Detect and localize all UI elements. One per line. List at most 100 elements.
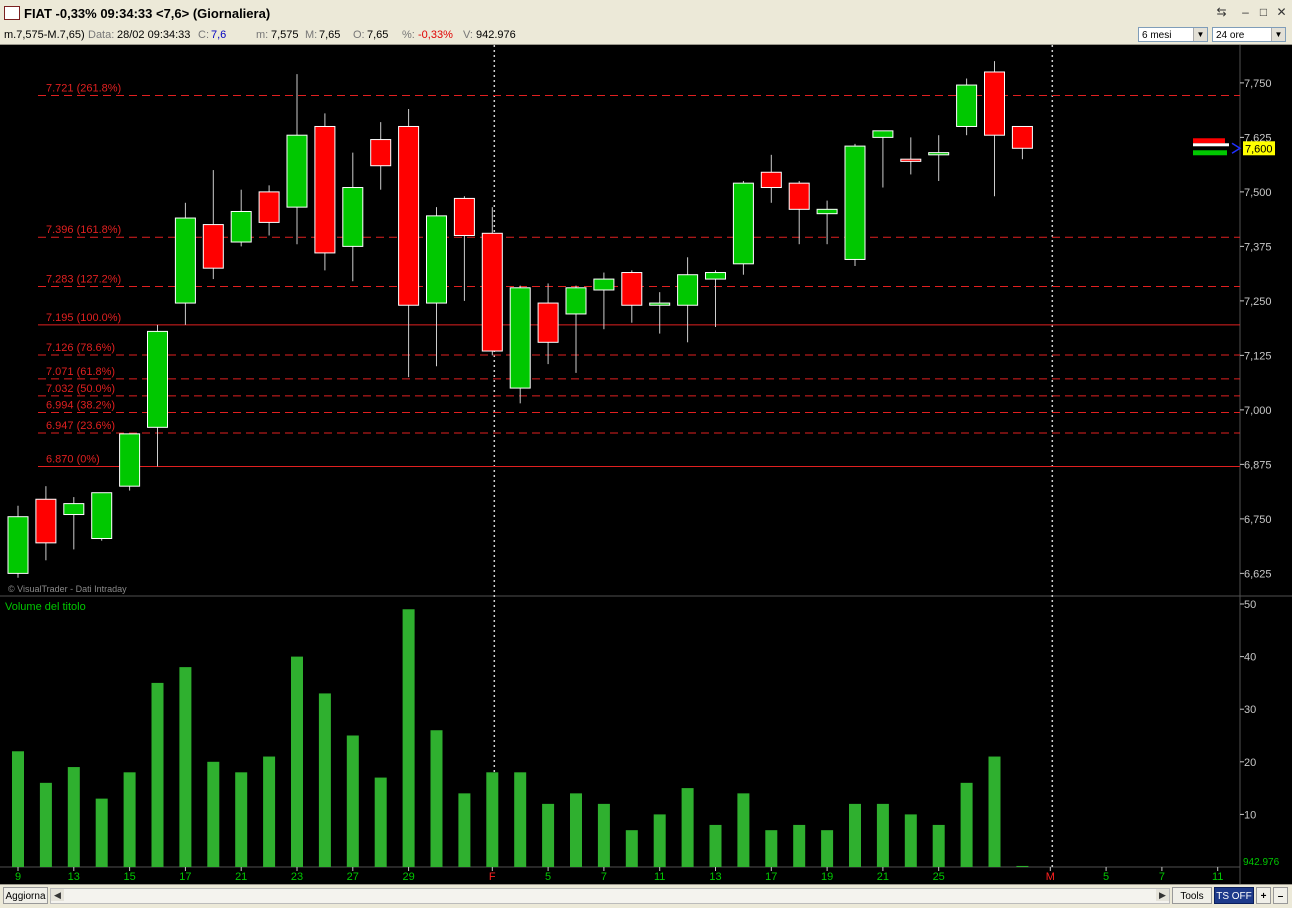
fib-level-label: 7.126 (78.6%)	[46, 342, 115, 354]
volume-bar	[374, 777, 387, 867]
title-bar: FIAT -0,33% 09:34:33 <7,6> (Giornaliera)…	[0, 0, 1292, 27]
volume-bar	[625, 830, 638, 867]
candle-body	[509, 287, 531, 389]
price-tick-label: 7,250	[1244, 296, 1272, 308]
chart-app-icon	[4, 6, 20, 20]
close-button[interactable]: ✕	[1274, 6, 1289, 19]
volume-bar	[737, 793, 750, 867]
price-tick-label: 7,000	[1244, 405, 1272, 417]
chart-area[interactable]: 7.721 (261.8%) 7.396 (161.8%) 7.283 (127.2…	[0, 45, 1292, 884]
refresh-button[interactable]: Aggiorna	[3, 887, 48, 904]
zoom-out-button[interactable]: –	[1273, 887, 1288, 904]
scroll-left-icon[interactable]: ◀	[51, 889, 64, 901]
price-tick-label: 6,875	[1244, 459, 1272, 471]
price-tick-label: 7,375	[1244, 241, 1272, 253]
date-tick-label: 15	[123, 871, 135, 883]
quote-info-bar: m.7,575-M.7,65) Data: 28/02 09:34:33 C: …	[0, 26, 1292, 45]
volume-bar	[207, 761, 220, 867]
pct-value: -0,33%	[418, 29, 453, 41]
volume-tick-label: 40	[1244, 652, 1256, 664]
tools-button[interactable]: Tools	[1172, 887, 1212, 904]
candle-body	[7, 516, 29, 574]
volume-bar	[849, 803, 861, 867]
last-volume-label: 942.976	[1243, 857, 1280, 868]
volume-bar	[709, 824, 722, 867]
volume-bar	[179, 667, 192, 867]
volume-tick-label: 10	[1244, 809, 1256, 821]
candle-body	[956, 84, 978, 127]
chart-background	[0, 45, 1292, 884]
candle-body	[537, 302, 559, 343]
date-tick-label: 29	[402, 871, 414, 883]
volume-bar	[263, 756, 276, 867]
ts-off-button[interactable]: TS OFF	[1214, 887, 1254, 904]
candle-body	[63, 503, 85, 516]
fib-level-label: 6.994 (38.2%)	[46, 399, 115, 411]
date-tick-label: 21	[235, 871, 247, 883]
date-tick-label: 11	[654, 871, 665, 883]
window-title: FIAT -0,33% 09:34:33 <7,6> (Giornaliera)	[24, 6, 271, 21]
price-tick-label: 7,500	[1244, 187, 1272, 199]
interval-select[interactable]: 24 ore ▼	[1212, 27, 1286, 42]
volume-bar	[402, 609, 415, 867]
scroll-right-icon[interactable]: ▶	[1156, 889, 1169, 901]
date-label: Data:	[88, 29, 115, 41]
candle-body	[286, 134, 308, 208]
volume-bar	[486, 772, 499, 867]
date-value: 28/02 09:34:33	[117, 29, 191, 41]
date-tick-label: 13	[709, 871, 721, 883]
candle-body	[1011, 125, 1033, 149]
candle-body	[565, 287, 587, 315]
volume-bar	[821, 830, 834, 867]
volume-tick-label: 50	[1244, 599, 1256, 611]
volume-bar	[458, 793, 471, 867]
pct-label: %:	[402, 29, 415, 41]
candle-body	[35, 498, 57, 544]
date-tick-label: 11	[1212, 871, 1223, 883]
candle-body	[481, 232, 503, 352]
time-scrollbar[interactable]: ◀ ▶	[50, 888, 1170, 904]
minimize-button[interactable]: –	[1238, 6, 1253, 19]
low-value: 7,575	[271, 29, 299, 41]
candle-body	[174, 217, 196, 304]
volume-tick-label: 20	[1244, 757, 1256, 769]
volume-bar	[793, 824, 806, 867]
period-select[interactable]: 6 mesi ▼	[1138, 27, 1208, 42]
low-label: m:	[256, 29, 269, 41]
interval-select-value: 24 ore	[1216, 30, 1245, 41]
candle-body	[314, 125, 336, 254]
candle-body	[91, 492, 113, 539]
candle-body	[788, 182, 810, 210]
swap-icon[interactable]: ⇆	[1214, 6, 1229, 19]
date-tick-label: 5	[545, 871, 551, 883]
date-tick-label: 7	[601, 871, 607, 883]
volume-bar	[318, 693, 331, 867]
fib-level-label: 7.283 (127.2%)	[46, 273, 121, 285]
date-tick-label: 13	[68, 871, 80, 883]
candle-body	[900, 158, 922, 162]
candle-body	[928, 152, 950, 156]
volume-bar	[570, 793, 582, 867]
volume-tick-label: 30	[1244, 704, 1256, 716]
candle-body	[844, 145, 866, 260]
volume-bar	[960, 782, 973, 867]
date-tick-label: M	[1046, 871, 1055, 883]
candle-body	[258, 191, 280, 223]
candle-body	[147, 330, 168, 428]
date-tick-label: 9	[15, 871, 21, 883]
candle-body	[119, 433, 141, 487]
chevron-down-icon: ▼	[1193, 28, 1207, 41]
candle-body	[677, 274, 699, 306]
volume-bar	[597, 803, 610, 867]
volume-bar	[39, 782, 52, 867]
date-tick-label: 21	[877, 871, 889, 883]
fib-level-label: 6.947 (23.6%)	[46, 420, 115, 432]
open-label: O:	[353, 29, 365, 41]
candle-body	[453, 197, 475, 236]
zoom-in-button[interactable]: +	[1256, 887, 1271, 904]
candle-body	[872, 130, 894, 138]
maximize-button[interactable]: □	[1256, 6, 1271, 19]
order-book-ask-bar	[1193, 138, 1225, 144]
volume-bar	[904, 814, 917, 867]
volume-bar	[876, 803, 889, 867]
